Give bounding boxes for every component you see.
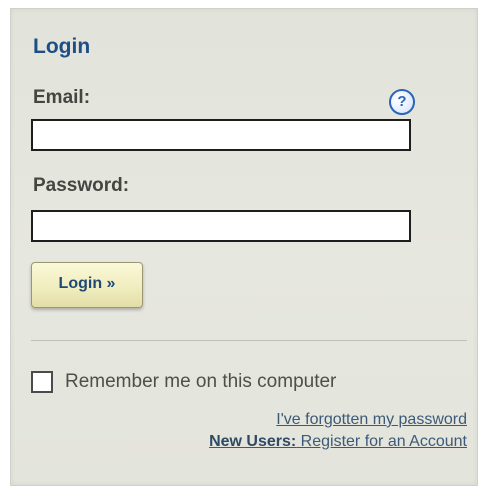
new-users-label: New Users: xyxy=(209,433,297,450)
email-input[interactable] xyxy=(31,119,411,151)
help-question-icon[interactable]: ? xyxy=(389,89,415,115)
login-title: Login xyxy=(33,35,91,58)
remember-me-checkbox[interactable] xyxy=(31,371,53,393)
register-link[interactable]: New Users: Register for an Account xyxy=(209,431,467,453)
password-input[interactable] xyxy=(31,210,411,242)
login-button[interactable]: Login » xyxy=(31,262,143,308)
email-label: Email: xyxy=(33,87,91,108)
remember-me-row[interactable]: Remember me on this computer xyxy=(31,369,336,395)
account-links: I've forgotten my password New Users: Re… xyxy=(209,409,467,453)
register-link-text[interactable]: Register for an Account xyxy=(296,433,467,450)
remember-me-label[interactable]: Remember me on this computer xyxy=(65,371,336,393)
login-panel: Login Email: ? Password: Login » Remembe… xyxy=(10,8,478,486)
section-divider xyxy=(31,340,467,341)
password-label: Password: xyxy=(33,175,130,196)
forgot-password-link[interactable]: I've forgotten my password xyxy=(276,411,467,428)
